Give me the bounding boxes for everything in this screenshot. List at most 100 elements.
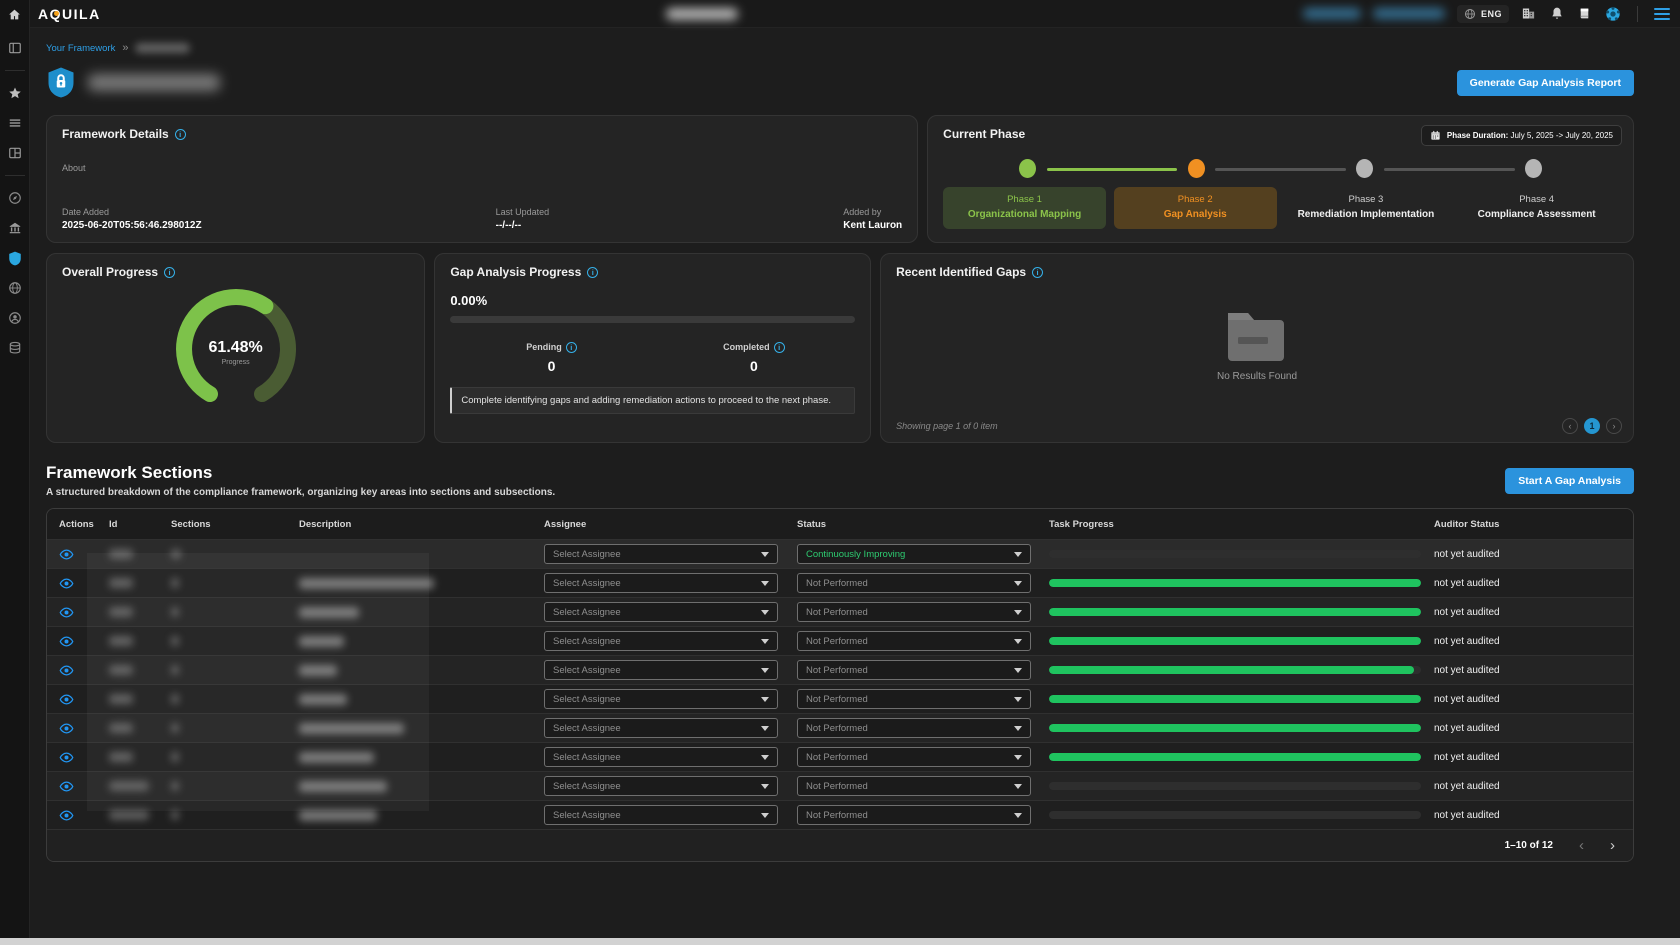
assignee-select[interactable]: Select Assignee: [544, 573, 778, 593]
chevron-down-icon: [1014, 552, 1022, 557]
phase-box-1: Phase 1Organizational Mapping: [943, 187, 1106, 229]
chevron-down-icon: [761, 697, 769, 702]
framework-sections-subtitle: A structured breakdown of the compliance…: [46, 487, 555, 498]
assignee-select[interactable]: Select Assignee: [544, 631, 778, 651]
task-progress-bar: [1049, 811, 1421, 819]
redacted-id: [109, 636, 133, 646]
chevron-down-icon: [761, 755, 769, 760]
status-select[interactable]: Not Performed: [797, 776, 1031, 796]
horizontal-scrollbar[interactable]: [0, 938, 1680, 945]
status-select[interactable]: Not Performed: [797, 689, 1031, 709]
home-icon[interactable]: [7, 6, 23, 22]
assignee-select[interactable]: Select Assignee: [544, 689, 778, 709]
assignee-select[interactable]: Select Assignee: [544, 747, 778, 767]
kanban-icon[interactable]: [7, 145, 23, 161]
view-eye-icon[interactable]: [59, 634, 74, 649]
next-page-button[interactable]: ›: [1606, 418, 1622, 434]
sidebar-divider: [5, 175, 25, 176]
prev-page-chevron-icon[interactable]: ‹: [1579, 838, 1584, 853]
view-eye-icon[interactable]: [59, 721, 74, 736]
info-icon[interactable]: i: [566, 342, 577, 353]
app-logo: AQUILA: [38, 6, 101, 22]
current-page-button[interactable]: 1: [1584, 418, 1600, 434]
info-icon[interactable]: i: [587, 267, 598, 278]
assignee-select[interactable]: Select Assignee: [544, 776, 778, 796]
chevron-down-icon: [761, 639, 769, 644]
book-icon[interactable]: [1577, 6, 1593, 22]
menu-icon[interactable]: [1654, 8, 1670, 20]
redacted-nav-link[interactable]: [1303, 8, 1361, 19]
redacted-id: [109, 665, 133, 675]
redacted-nav-link[interactable]: [1373, 8, 1445, 19]
generate-gap-analysis-report-button[interactable]: Generate Gap Analysis Report: [1457, 70, 1634, 96]
view-eye-icon[interactable]: [59, 663, 74, 678]
auditor-status: not yet audited: [1434, 723, 1500, 734]
task-progress-bar: [1049, 695, 1421, 703]
auditor-status: not yet audited: [1434, 578, 1500, 589]
info-icon[interactable]: i: [774, 342, 785, 353]
task-progress-bar: [1049, 608, 1421, 616]
shield-icon-active[interactable]: [7, 250, 23, 266]
user-badge-icon[interactable]: [7, 310, 23, 326]
assignee-select[interactable]: Select Assignee: [544, 718, 778, 738]
info-icon[interactable]: i: [175, 129, 186, 140]
assignee-select[interactable]: Select Assignee: [544, 660, 778, 680]
list-icon[interactable]: [7, 115, 23, 131]
status-select[interactable]: Not Performed: [797, 602, 1031, 622]
status-select[interactable]: Not Performed: [797, 631, 1031, 651]
assignee-select[interactable]: Select Assignee: [544, 602, 778, 622]
view-eye-icon[interactable]: [59, 750, 74, 765]
organization-icon[interactable]: [1521, 6, 1537, 22]
table-row: Select AssigneeNot Performednot yet audi…: [47, 626, 1633, 655]
table-row: Select Assignee Not Performed not yet audi…: [47, 684, 1633, 713]
task-progress-bar: [1049, 579, 1421, 587]
redacted-section: [171, 636, 179, 646]
star-icon[interactable]: [7, 85, 23, 101]
support-sphere-icon[interactable]: [1605, 6, 1621, 22]
task-progress-bar: [1049, 550, 1421, 558]
assignee-select[interactable]: Select Assignee: [544, 544, 778, 564]
view-eye-icon[interactable]: [59, 547, 74, 562]
next-page-chevron-icon[interactable]: ›: [1610, 838, 1615, 853]
folder-icon: [1224, 307, 1290, 363]
redacted-company-name: [666, 8, 738, 20]
status-select[interactable]: Not Performed: [797, 747, 1031, 767]
column-header-sections: Sections: [159, 519, 287, 530]
view-eye-icon[interactable]: [59, 692, 74, 707]
chevron-down-icon: [761, 668, 769, 673]
status-select[interactable]: Not Performed: [797, 718, 1031, 738]
status-select[interactable]: Continuously Improving: [797, 544, 1031, 564]
breadcrumb-your-framework[interactable]: Your Framework: [46, 43, 115, 54]
bank-icon[interactable]: [7, 220, 23, 236]
compass-icon[interactable]: [7, 190, 23, 206]
gap-analysis-progress-card: Gap Analysis Progress i 0.00% Pendingi 0…: [434, 253, 871, 443]
panel-layout-icon[interactable]: [7, 40, 23, 56]
showing-page-text: Showing page 1 of 0 item: [896, 421, 998, 431]
table-row: Select AssigneeNot Performednot yet audi…: [47, 800, 1633, 829]
table-row: Select AssigneeContinuously Improvingnot…: [47, 539, 1633, 568]
column-header-description: Description: [287, 519, 532, 530]
column-header-assignee: Assignee: [532, 519, 785, 530]
info-icon[interactable]: i: [1032, 267, 1043, 278]
phase-grid: Phase 1Organizational MappingPhase 2Gap …: [943, 187, 1618, 229]
view-eye-icon[interactable]: [59, 779, 74, 794]
status-select[interactable]: Not Performed: [797, 805, 1031, 825]
status-select[interactable]: Not Performed: [797, 660, 1031, 680]
view-eye-icon[interactable]: [59, 808, 74, 823]
info-icon[interactable]: i: [164, 267, 175, 278]
date-added-value: 2025-06-20T05:56:46.298012Z: [62, 220, 202, 231]
column-header-auditor-status: Auditor Status: [1422, 519, 1633, 530]
overall-progress-title: Overall Progress i: [62, 265, 409, 279]
status-select[interactable]: Not Performed: [797, 573, 1031, 593]
assignee-select[interactable]: Select Assignee: [544, 805, 778, 825]
notifications-bell-icon[interactable]: [1549, 6, 1565, 22]
globe-icon[interactable]: [7, 280, 23, 296]
view-eye-icon[interactable]: [59, 605, 74, 620]
prev-page-button[interactable]: ‹: [1562, 418, 1578, 434]
start-gap-analysis-button[interactable]: Start A Gap Analysis: [1505, 468, 1634, 494]
phase-dot-2: [1188, 159, 1205, 178]
auditor-status: not yet audited: [1434, 694, 1500, 705]
view-eye-icon[interactable]: [59, 576, 74, 591]
database-icon[interactable]: [7, 340, 23, 356]
language-selector[interactable]: ENG: [1457, 5, 1509, 23]
